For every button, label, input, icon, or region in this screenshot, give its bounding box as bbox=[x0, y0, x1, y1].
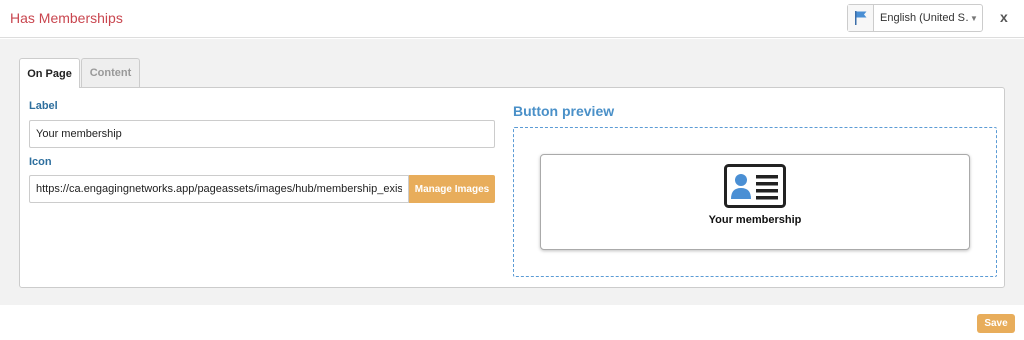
language-select[interactable]: English (United S… ▼ bbox=[847, 4, 983, 32]
chevron-down-icon: ▼ bbox=[970, 13, 978, 23]
flag-icon bbox=[848, 5, 874, 31]
tab-content[interactable]: Content bbox=[81, 58, 140, 87]
icon-url-input[interactable] bbox=[29, 175, 409, 203]
label-input[interactable] bbox=[29, 120, 495, 148]
close-button[interactable]: x bbox=[1000, 9, 1008, 25]
manage-images-button[interactable]: Manage Images bbox=[409, 175, 495, 203]
icon-field-heading: Icon bbox=[29, 156, 52, 168]
tab-on-page[interactable]: On Page bbox=[19, 58, 80, 88]
dialog-footer bbox=[0, 305, 1024, 340]
membership-card-icon bbox=[724, 164, 786, 213]
button-preview-heading: Button preview bbox=[513, 103, 615, 119]
dialog-title: Has Memberships bbox=[10, 10, 123, 26]
save-button[interactable]: Save bbox=[977, 314, 1015, 333]
label-field-heading: Label bbox=[29, 100, 58, 112]
language-select-value: English (United S… bbox=[880, 12, 968, 24]
preview-button-label: Your membership bbox=[708, 214, 802, 226]
